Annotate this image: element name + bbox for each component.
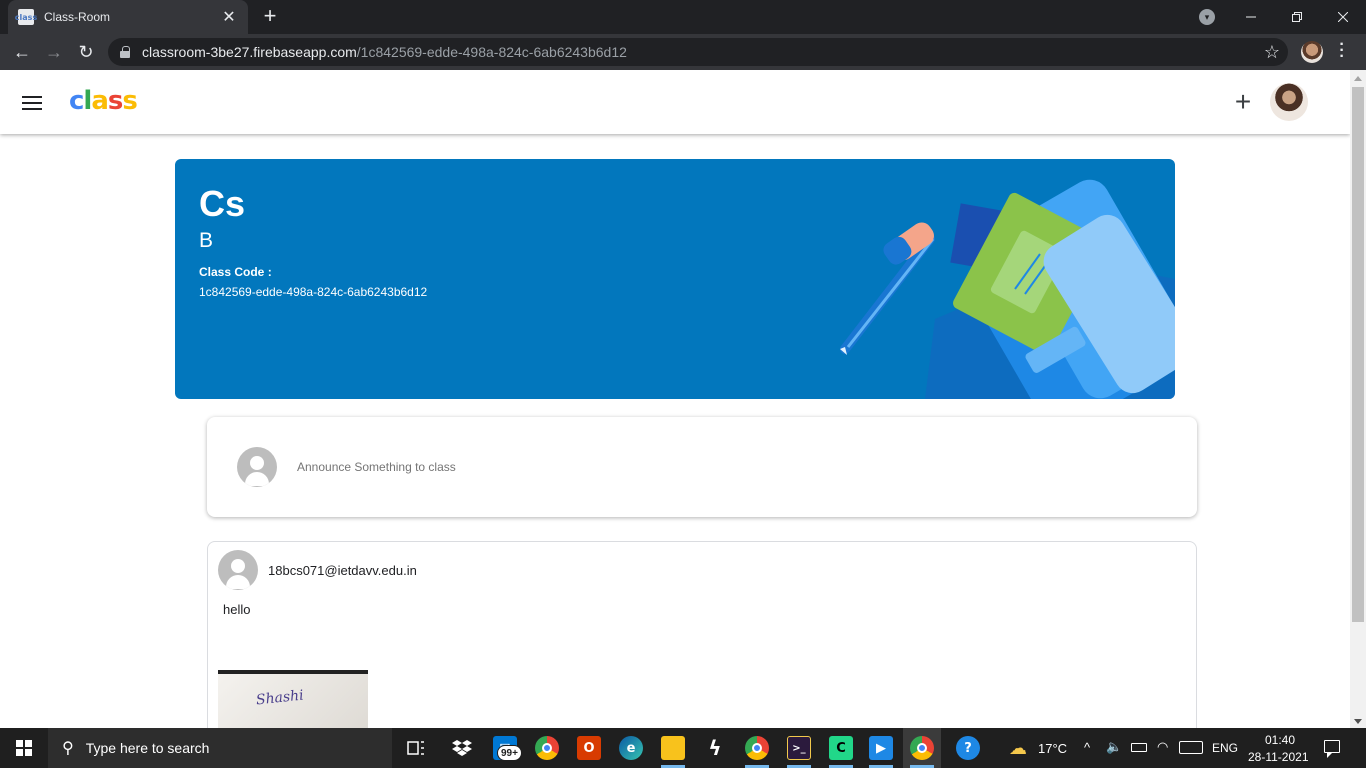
scroll-up-arrow-icon[interactable]: [1354, 76, 1362, 81]
logo-letter: c: [69, 86, 84, 116]
url-host: classroom-3be27.firebaseapp.com: [142, 44, 357, 60]
keyboard-icon[interactable]: [1179, 741, 1203, 754]
url-path: /1c842569-edde-498a-824c-6ab6243b6d12: [356, 44, 627, 60]
chrome-icon[interactable]: [535, 736, 559, 760]
restore-button[interactable]: [1274, 0, 1320, 34]
person-placeholder-icon: [218, 550, 258, 590]
person-placeholder-icon: [237, 447, 277, 487]
terminal-icon[interactable]: >_: [787, 736, 811, 760]
app-logo[interactable]: class: [69, 86, 138, 116]
tab-favicon-icon: class: [15, 9, 37, 25]
task-view-icon[interactable]: [404, 736, 428, 760]
back-arrow-icon[interactable]: ←: [10, 40, 34, 64]
tab-title: Class-Room: [44, 10, 111, 24]
tray-chevron-up-icon[interactable]: ^: [1084, 740, 1090, 755]
mail-badge: 99+: [497, 745, 522, 761]
browser-tab-bar: class Class-Room ✕ + ▾: [0, 0, 1366, 34]
tab-search-icon[interactable]: ▾: [1199, 9, 1215, 25]
post-attachment-image[interactable]: Shashi: [218, 670, 368, 728]
logo-letter: a: [91, 86, 109, 116]
class-section: B: [199, 229, 214, 252]
restore-icon: [1292, 12, 1302, 22]
class-code-value: 1c842569-edde-498a-824c-6ab6243b6d12: [199, 285, 428, 299]
page-viewport: class + Cs B Class Code : 1c842569-edde-…: [0, 70, 1350, 728]
reload-icon[interactable]: ↻: [74, 40, 98, 64]
browser-profile-avatar[interactable]: [1301, 41, 1323, 63]
new-tab-button[interactable]: +: [258, 4, 282, 28]
file-explorer-icon[interactable]: [661, 736, 685, 760]
scroll-down-arrow-icon[interactable]: [1354, 719, 1362, 724]
weather-cloud-icon[interactable]: ☁: [1006, 736, 1030, 760]
windows-start-icon[interactable]: [0, 728, 48, 768]
class-banner: Cs B Class Code : 1c842569-edde-498a-824…: [175, 159, 1175, 399]
class-code-label: Class Code :: [199, 265, 272, 279]
dropbox-icon[interactable]: [450, 736, 474, 760]
camtasia-icon[interactable]: C: [829, 736, 853, 760]
taskbar-search-placeholder: Type here to search: [85, 740, 210, 756]
logo-letter: s: [122, 86, 138, 116]
backpack-illustration: [840, 179, 1175, 399]
scroll-thumb[interactable]: [1352, 87, 1364, 622]
user-avatar[interactable]: [1270, 83, 1308, 121]
clock-date[interactable]: 28-11-2021: [1248, 750, 1309, 764]
help-icon[interactable]: ?: [956, 736, 980, 760]
battery-icon[interactable]: [1131, 743, 1147, 752]
weather-temp[interactable]: 17°C: [1038, 741, 1067, 756]
notification-icon[interactable]: [1324, 740, 1340, 758]
chrome-active-icon[interactable]: [910, 736, 934, 760]
post-text: hello: [223, 602, 251, 617]
clock-time[interactable]: 01:40: [1263, 733, 1297, 747]
taskbar-search-box[interactable]: ⚲ Type here to search: [48, 728, 392, 768]
chrome-profile-icon[interactable]: [745, 736, 769, 760]
windows-taskbar: ⚲ Type here to search ✉ O e ϟ >_ C ▶ ? ☁…: [0, 728, 1366, 768]
minimize-button[interactable]: [1228, 0, 1274, 34]
office-icon[interactable]: O: [577, 736, 601, 760]
app-header: class +: [0, 70, 1350, 134]
announcement-post: 18bcs071@ietdavv.edu.in hello Shashi: [207, 541, 1197, 728]
close-icon: [1338, 12, 1348, 22]
announce-placeholder[interactable]: Announce Something to class: [297, 460, 456, 474]
close-window-button[interactable]: [1320, 0, 1366, 34]
post-author: 18bcs071@ietdavv.edu.in: [268, 563, 417, 578]
tab-close-icon[interactable]: ✕: [220, 7, 238, 27]
browser-toolbar: ← → ↻ classroom-3be27.firebaseapp.com/1c…: [0, 34, 1366, 70]
edge-icon[interactable]: e: [619, 736, 643, 760]
minimize-icon: [1246, 16, 1256, 18]
announce-box[interactable]: Announce Something to class: [207, 417, 1197, 517]
video-player-icon[interactable]: ▶: [869, 736, 893, 760]
plus-icon[interactable]: +: [1231, 88, 1255, 116]
hamburger-menu-icon[interactable]: [22, 96, 42, 110]
page-scrollbar[interactable]: [1350, 70, 1366, 728]
language-indicator[interactable]: ENG: [1212, 741, 1238, 755]
logo-letter: s: [107, 86, 124, 116]
search-icon: ⚲: [62, 740, 74, 757]
wifi-icon[interactable]: ◠: [1157, 739, 1168, 755]
class-name: Cs: [199, 183, 246, 224]
browser-tab[interactable]: class Class-Room ✕: [8, 0, 248, 34]
forward-arrow-icon[interactable]: →: [42, 40, 66, 64]
browser-menu-icon[interactable]: · · ·: [1336, 37, 1348, 65]
address-bar[interactable]: classroom-3be27.firebaseapp.com/1c842569…: [108, 38, 1288, 66]
lightning-app-icon[interactable]: ϟ: [703, 736, 727, 760]
lock-icon[interactable]: [120, 46, 130, 58]
bookmark-star-icon[interactable]: ☆: [1264, 42, 1280, 63]
volume-icon[interactable]: 🔈: [1106, 739, 1122, 755]
